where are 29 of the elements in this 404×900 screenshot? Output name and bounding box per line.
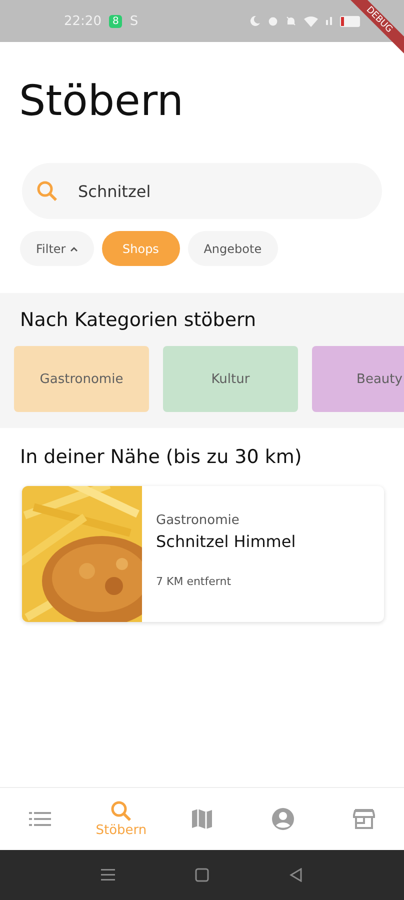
category-tile[interactable]: Gastronomie — [14, 346, 149, 412]
search-icon — [36, 180, 58, 202]
shop-category: Gastronomie — [156, 513, 240, 528]
shop-distance: 7 KM entfernt — [156, 575, 232, 588]
list-icon — [29, 811, 52, 827]
battery-icon — [340, 16, 360, 26]
shop-card[interactable]: Gastronomie Schnitzel Himmel 7 KM entfernt — [22, 486, 384, 622]
search-input[interactable]: Schnitzel — [76, 180, 368, 202]
back-icon[interactable] — [289, 868, 303, 882]
wifi-icon — [304, 16, 318, 26]
signal-icon — [326, 17, 332, 25]
search-icon — [110, 800, 132, 822]
store-icon — [352, 809, 375, 829]
notification-badge: 8 — [109, 14, 122, 28]
page-title: Stöbern — [19, 76, 184, 125]
search-field[interactable]: Schnitzel — [22, 163, 382, 219]
category-tile[interactable]: Kultur — [163, 346, 298, 412]
home-icon[interactable] — [195, 868, 209, 882]
menu-icon[interactable] — [101, 868, 115, 882]
section-heading: In deiner Nähe (bis zu 30 km) — [20, 446, 303, 468]
moon-icon — [250, 16, 260, 26]
section-heading: Nach Kategorien stöbern — [20, 309, 258, 331]
category-tile[interactable]: Beauty — [312, 346, 404, 412]
account-icon — [270, 807, 295, 831]
caret-icon — [70, 246, 78, 252]
filter-chip[interactable]: Filter — [20, 231, 94, 266]
filter-chip[interactable]: Angebote — [188, 231, 278, 266]
map-icon — [192, 808, 212, 830]
shop-name: Schnitzel Himmel — [156, 532, 296, 551]
